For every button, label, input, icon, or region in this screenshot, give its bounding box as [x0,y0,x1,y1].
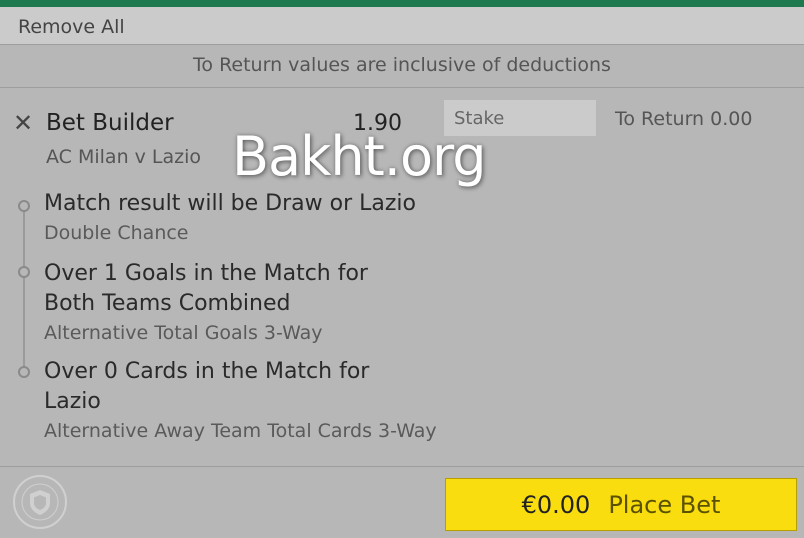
watermark-text: Bakht.org [232,125,487,188]
top-accent-bar [0,0,804,7]
selection-title-line: Match result will be Draw or Lazio [44,191,416,216]
place-bet-label: Place Bet [608,490,721,519]
shield-icon [13,475,67,529]
remove-all-row: Remove All [0,7,804,45]
to-return-value: To Return 0.00 [615,108,753,130]
selection-title: Match result will be Draw or Lazio [44,189,416,219]
deductions-notice: To Return values are inclusive of deduct… [0,45,804,88]
selection-timeline [23,206,25,372]
selection-title-line: Both Teams Combined [44,291,291,316]
bet-amount: €0.00 [521,490,591,519]
remove-all-link[interactable]: Remove All [18,16,125,38]
timeline-dot [18,366,30,378]
footer-divider [0,466,804,467]
selection-title-line: Over 0 Cards in the Match for [44,359,370,384]
selection-title-line: Over 1 Goals in the Match for [44,261,368,286]
selection-market: Alternative Away Team Total Cards 3-Way [44,420,437,442]
place-bet-button[interactable]: €0.00 Place Bet [445,478,797,531]
close-icon[interactable]: ✕ [12,111,34,135]
selection-title: Over 0 Cards in the Match for Lazio [44,357,369,417]
bet-title: Bet Builder [46,110,174,136]
timeline-dot [18,200,30,212]
selection-title-line: Lazio [44,389,101,414]
timeline-dot [18,266,30,278]
selection-market: Double Chance [44,222,189,244]
bet-match: AC Milan v Lazio [46,146,202,168]
selection-market: Alternative Total Goals 3-Way [44,322,323,344]
selection-title: Over 1 Goals in the Match for Both Teams… [44,259,368,319]
